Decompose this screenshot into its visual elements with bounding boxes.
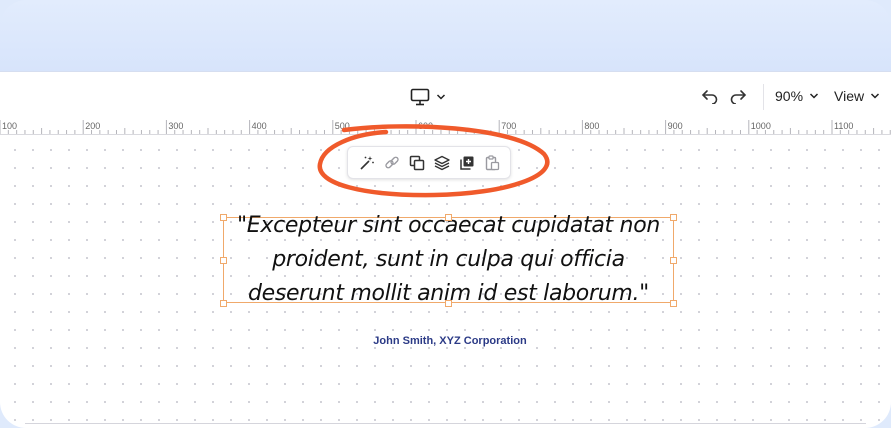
resize-handle-top[interactable] [445, 214, 452, 221]
chevron-down-icon [436, 93, 446, 101]
window-header [0, 0, 891, 72]
ruler-label: 400 [251, 121, 267, 131]
toolbar-divider [763, 84, 764, 110]
ruler-label: 200 [85, 121, 101, 131]
resize-handle-bottom[interactable] [445, 300, 452, 307]
chevron-down-icon [870, 92, 880, 100]
ruler-label: 900 [667, 121, 683, 131]
ruler-label: 300 [168, 121, 184, 131]
resize-handle-bottom-right[interactable] [670, 300, 677, 307]
quote-text-box[interactable]: "Excepteur sint occaecat cupidatat non p… [223, 213, 674, 306]
ruler-label: 800 [584, 121, 600, 131]
ruler-label: 1100 [834, 121, 854, 131]
view-menu[interactable]: View [834, 86, 880, 106]
resize-handle-top-right[interactable] [670, 214, 677, 221]
device-preview-button[interactable] [410, 84, 452, 110]
zoom-select[interactable]: 90% [775, 86, 819, 106]
top-toolbar: 90% View [0, 71, 891, 122]
resize-handle-top-left[interactable] [220, 214, 227, 221]
quote-attribution[interactable]: John Smith, XYZ Corporation [300, 335, 600, 347]
canvas-bottom-edge [25, 423, 866, 424]
resize-handle-right[interactable] [670, 257, 677, 264]
ruler-label: 100 [2, 121, 18, 131]
zoom-value: 90% [775, 88, 804, 104]
app-window: 90% View 100 200 300 400 500 600 700 800 900 1000… [0, 0, 891, 428]
redo-icon[interactable] [728, 86, 748, 106]
chevron-down-icon [809, 92, 819, 100]
undo-icon[interactable] [700, 86, 720, 106]
quote-text[interactable]: "Excepteur sint occaecat cupidatat non p… [224, 209, 673, 311]
highlight-circle-annotation [317, 124, 550, 198]
monitor-icon [410, 88, 430, 106]
resize-handle-bottom-left[interactable] [220, 300, 227, 307]
view-label: View [834, 88, 865, 104]
ruler-label: 1000 [750, 121, 771, 131]
resize-handle-left[interactable] [220, 257, 227, 264]
